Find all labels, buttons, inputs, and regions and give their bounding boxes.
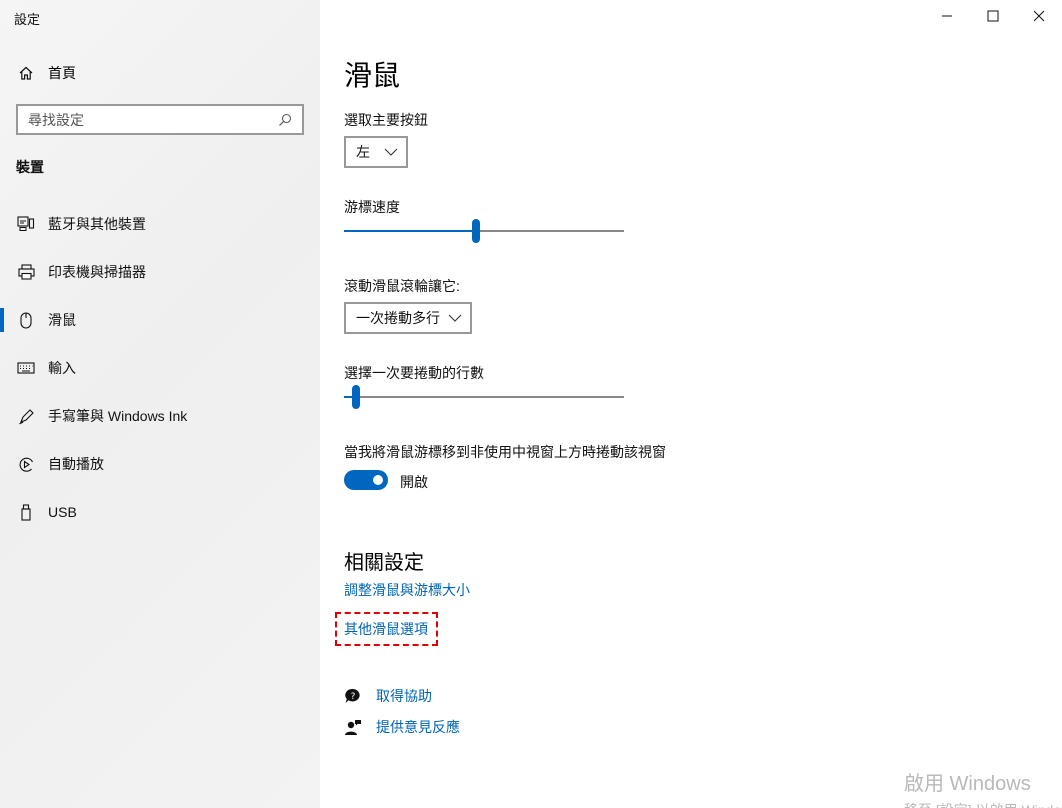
lines-to-scroll-slider[interactable]: [344, 385, 624, 409]
search-input[interactable]: [28, 111, 276, 128]
sidebar-item-autoplay[interactable]: 自動播放: [0, 440, 320, 488]
sidebar-item-label: 藍牙與其他裝置: [48, 216, 146, 232]
activation-watermark: 啟用 Windows 移至 [設定] 以啟用 Windows: [904, 767, 1062, 808]
autoplay-icon: [16, 454, 36, 474]
sidebar-item-pen[interactable]: 手寫筆與 Windows Ink: [0, 392, 320, 440]
watermark-line1: 啟用 Windows: [904, 773, 1031, 795]
help-chat-icon: ?: [344, 687, 362, 705]
slider-fill: [344, 230, 476, 232]
feedback-label: 提供意見反應: [376, 719, 460, 735]
lines-to-scroll-label: 選擇一次要捲動的行數: [344, 365, 484, 381]
search-icon[interactable]: [276, 111, 294, 129]
primary-button-label: 選取主要按鈕: [344, 112, 428, 128]
search-box[interactable]: [16, 104, 304, 135]
home-nav-item[interactable]: 首頁: [16, 63, 76, 83]
scroll-wheel-dropdown[interactable]: 一次捲動多行: [344, 302, 472, 334]
mouse-icon: [16, 310, 36, 330]
cursor-speed-label: 游標速度: [344, 199, 400, 215]
printer-icon: [16, 262, 36, 282]
maximize-button[interactable]: [970, 0, 1016, 32]
maximize-icon: [987, 10, 999, 22]
toggle-knob: [373, 475, 383, 485]
adjust-mouse-cursor-size-link[interactable]: 調整滑鼠與游標大小: [344, 580, 470, 600]
close-icon: [1033, 10, 1045, 22]
watermark-line2: 移至 [設定] 以啟用 Windows: [904, 800, 1062, 808]
scroll-wheel-label: 滾動滑鼠滾輪讓它:: [344, 278, 460, 294]
feedback-person-icon: [344, 718, 362, 736]
sidebar-item-typing[interactable]: 輸入: [0, 344, 320, 392]
sidebar-item-label: 自動播放: [48, 456, 104, 472]
sidebar-item-mouse[interactable]: 滑鼠: [0, 296, 320, 344]
primary-button-value: 左: [356, 144, 370, 160]
inactive-scroll-label: 當我將滑鼠游標移到非使用中視窗上方時捲動該視窗: [344, 444, 666, 460]
usb-icon: [16, 502, 36, 522]
svg-text:?: ?: [351, 692, 356, 702]
get-help-label: 取得協助: [376, 688, 432, 704]
close-button[interactable]: [1016, 0, 1062, 32]
sidebar-item-label: 輸入: [48, 360, 76, 376]
scroll-wheel-value: 一次捲動多行: [356, 310, 440, 326]
additional-mouse-options-link[interactable]: 其他滑鼠選項: [344, 619, 428, 639]
section-label: 裝置: [16, 159, 44, 175]
sidebar-item-usb[interactable]: USB: [0, 488, 320, 536]
sidebar-nav: 藍牙與其他裝置 印表機與掃描器 滑鼠 輸入 手寫筆與 Windows Ink 自…: [0, 200, 320, 536]
bluetooth-devices-icon: [16, 214, 36, 234]
toggle-state-text: 開啟: [400, 474, 428, 490]
sidebar-item-label: USB: [48, 504, 77, 520]
home-icon: [16, 63, 36, 83]
sidebar: 設定 首頁 裝置 藍牙與其他裝置 印表機與掃描器: [0, 0, 320, 808]
get-help-link[interactable]: ? 取得協助: [344, 686, 432, 706]
minimize-icon: [942, 15, 952, 17]
home-label: 首頁: [48, 65, 76, 81]
pen-icon: [16, 406, 36, 426]
sidebar-item-printers[interactable]: 印表機與掃描器: [0, 248, 320, 296]
chevron-down-icon: [448, 314, 462, 322]
page-title: 滑鼠: [344, 60, 401, 91]
chevron-down-icon: [384, 148, 398, 156]
sidebar-item-label: 印表機與掃描器: [48, 264, 146, 280]
sidebar-item-label: 滑鼠: [48, 312, 76, 328]
sidebar-item-bluetooth[interactable]: 藍牙與其他裝置: [0, 200, 320, 248]
slider-thumb[interactable]: [352, 385, 360, 409]
primary-button-dropdown[interactable]: 左: [344, 136, 408, 168]
slider-track: [344, 396, 624, 398]
minimize-button[interactable]: [924, 0, 970, 32]
slider-thumb[interactable]: [472, 219, 480, 243]
cursor-speed-slider[interactable]: [344, 219, 624, 243]
window-title: 設定: [14, 12, 41, 27]
related-settings-title: 相關設定: [344, 552, 424, 574]
sidebar-item-label: 手寫筆與 Windows Ink: [48, 408, 188, 424]
inactive-scroll-toggle[interactable]: [344, 470, 388, 490]
feedback-link[interactable]: 提供意見反應: [344, 717, 460, 737]
keyboard-icon: [16, 358, 36, 378]
